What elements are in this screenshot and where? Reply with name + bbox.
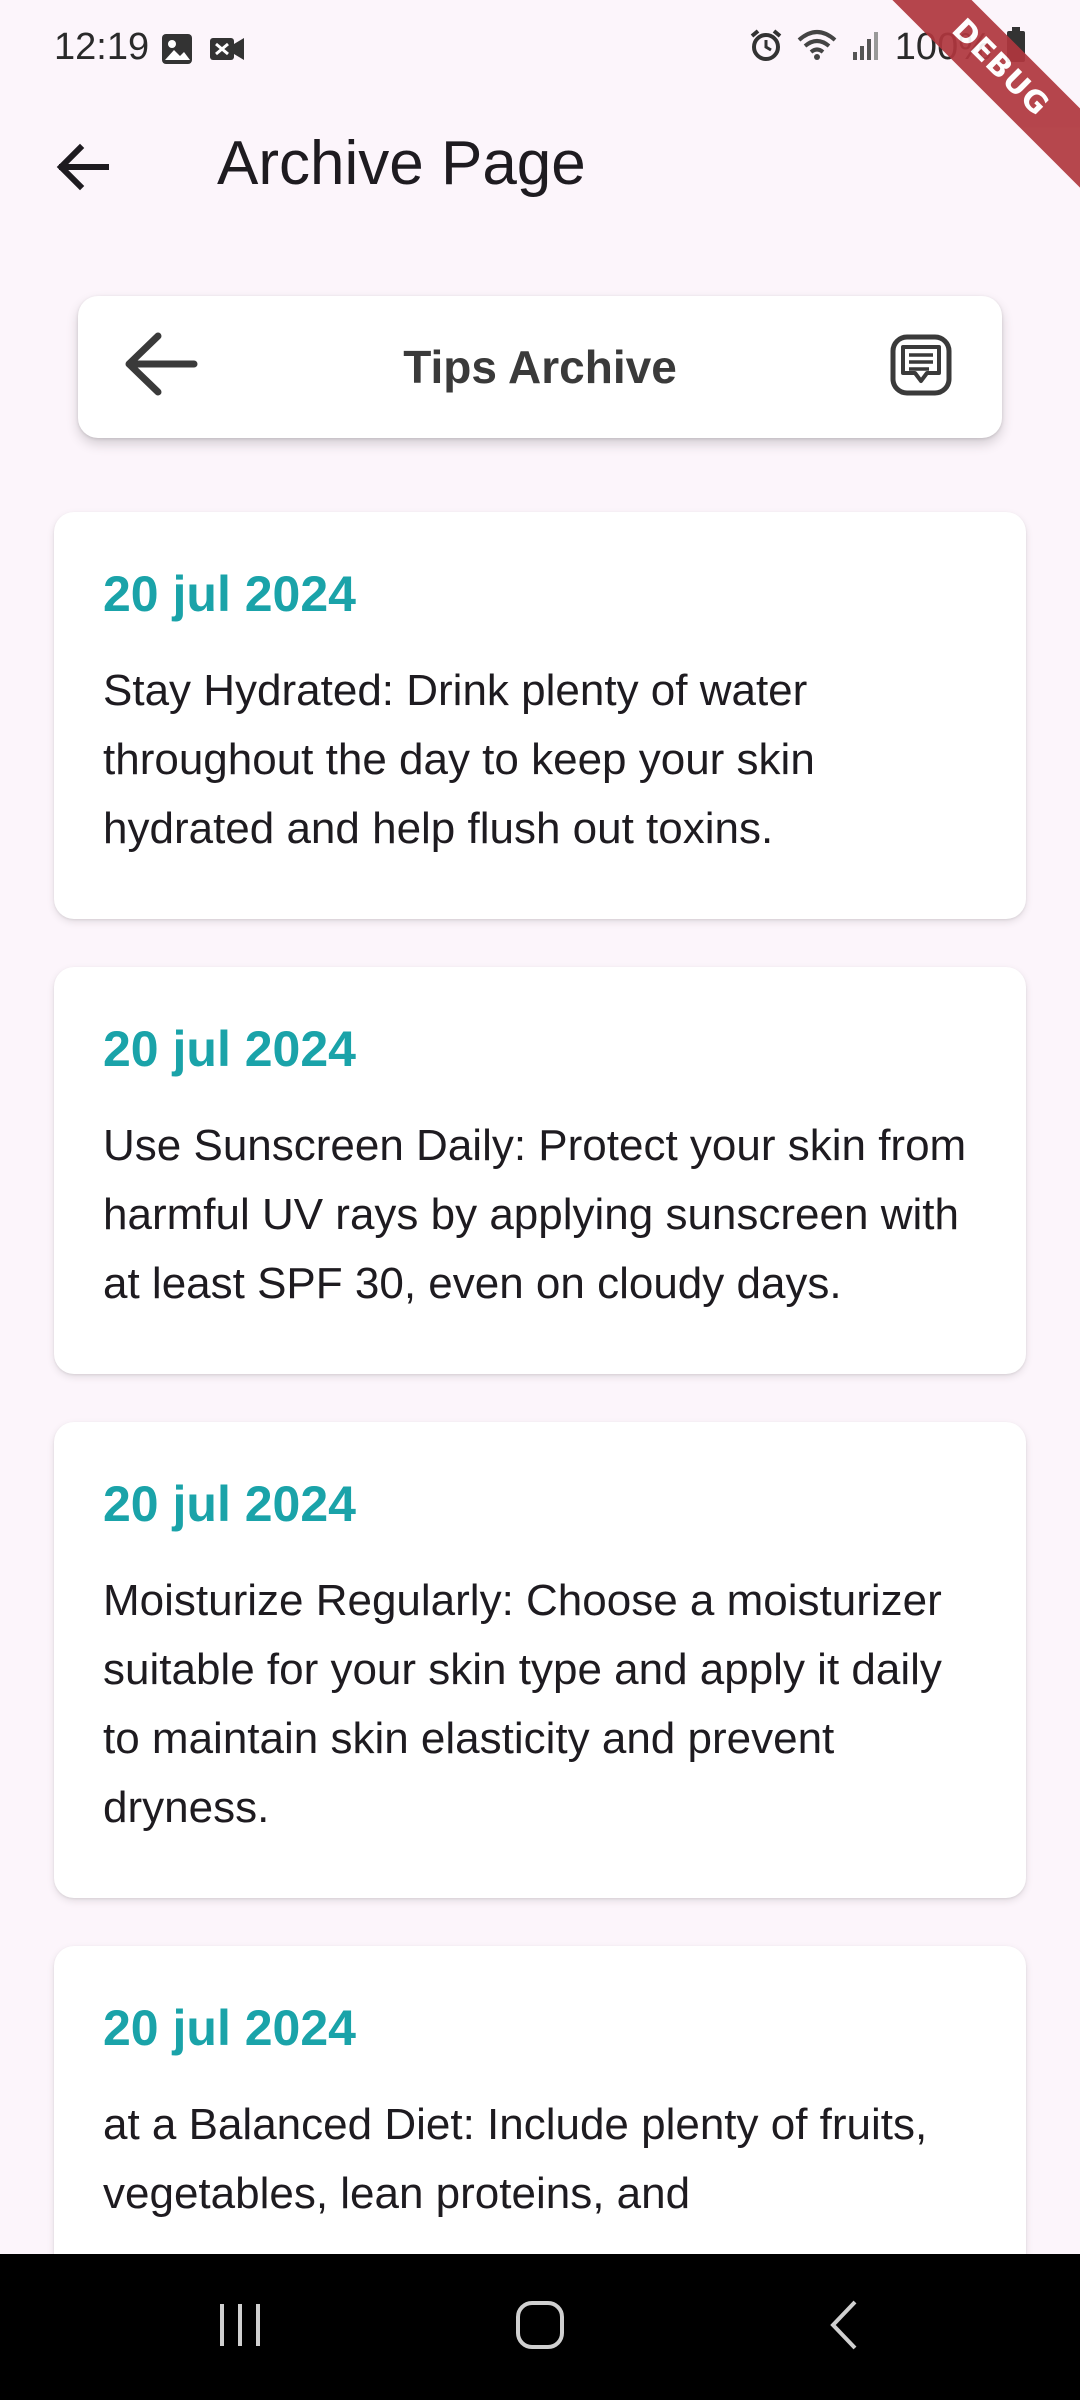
alarm-icon (749, 28, 783, 67)
page-title: Archive Page (217, 129, 586, 198)
tip-card[interactable]: 20 jul 2024 Stay Hydrated: Drink plenty … (54, 512, 1026, 919)
tip-date: 20 jul 2024 (103, 566, 356, 622)
home-icon (514, 2299, 566, 2356)
back-button[interactable] (48, 134, 118, 204)
app-bar: Archive Page (0, 110, 1080, 220)
wifi-icon (797, 28, 837, 67)
header-title: Tips Archive (403, 341, 677, 393)
nav-back-button[interactable] (755, 2254, 935, 2400)
tip-text: Stay Hydrated: Drink plenty of water thr… (103, 666, 815, 853)
tips-archive-header: Tips Archive (78, 296, 1002, 438)
tip-card[interactable]: 20 jul 2024 Moisturize Regularly: Choose… (54, 1422, 1026, 1898)
tip-text: Moisturize Regularly: Choose a moisturiz… (103, 1576, 942, 1832)
tip-date: 20 jul 2024 (103, 2000, 356, 2056)
video-call-notification-icon (208, 32, 246, 71)
home-button[interactable] (450, 2254, 630, 2400)
chat-button[interactable] (888, 334, 954, 400)
chat-bubble-icon (889, 333, 953, 402)
tip-text: Use Sunscreen Daily: Protect your skin f… (103, 1121, 967, 1308)
tip-date: 20 jul 2024 (103, 1021, 356, 1077)
image-notification-icon (160, 32, 194, 71)
tips-list: 20 jul 2024 Stay Hydrated: Drink plenty … (54, 512, 1026, 2332)
arrow-left-icon (56, 140, 110, 199)
notification-icons (160, 32, 246, 71)
tip-text: at a Balanced Diet: Include plenty of fr… (103, 2100, 928, 2218)
recents-button[interactable] (150, 2254, 330, 2400)
tip-card[interactable]: 20 jul 2024 at a Balanced Diet: Include … (54, 1946, 1026, 2284)
status-time: 12:19 (54, 26, 150, 68)
signal-icon (851, 28, 881, 67)
recents-icon (215, 2300, 265, 2355)
tip-card[interactable]: 20 jul 2024 Use Sunscreen Daily: Protect… (54, 967, 1026, 1374)
tip-date: 20 jul 2024 (103, 1476, 356, 1532)
back-chevron-icon (825, 2298, 865, 2357)
system-nav-bar (0, 2254, 1080, 2400)
